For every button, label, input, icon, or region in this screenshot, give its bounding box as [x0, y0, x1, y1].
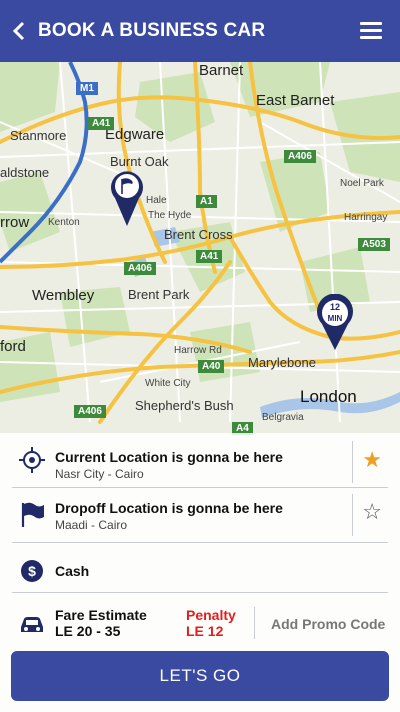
payment-method-row[interactable]: $ Cash — [0, 543, 400, 593]
chevron-left-icon — [12, 21, 25, 41]
map-place: East Barnet — [256, 92, 335, 109]
map-place: ford — [0, 338, 26, 355]
favorite-star-filled-icon[interactable]: ★ — [362, 447, 382, 473]
road-badge: A406 — [74, 405, 106, 418]
road-badge: A41 — [196, 250, 223, 263]
road-badge: A41 — [88, 117, 115, 130]
payment-method-label: Cash — [55, 563, 90, 579]
road-badge: A406 — [124, 262, 156, 275]
road-badge: A503 — [358, 238, 390, 251]
map-place: Wembley — [32, 287, 95, 304]
lets-go-button[interactable]: LET'S GO — [11, 651, 389, 701]
dropoff-location-title: Dropoff Location is gonna be here — [55, 500, 283, 516]
svg-text:$: $ — [28, 563, 36, 579]
road-badge: A406 — [284, 150, 316, 163]
map-place: White City — [145, 378, 191, 389]
map-place: Marylebone — [248, 355, 316, 370]
app-header: BOOK A BUSINESS CAR — [0, 0, 400, 62]
map-place: Belgravia — [262, 412, 304, 423]
crosshair-icon — [18, 446, 46, 474]
dropoff-location-subtitle: Maadi - Cairo — [55, 518, 128, 532]
divider — [352, 494, 353, 536]
current-location-row[interactable]: Current Location is gonna be here Nasr C… — [0, 433, 400, 487]
fare-estimate-title: Fare Estimate — [55, 607, 147, 623]
fare-row: Fare Estimate LE 20 - 35 Penalty LE 12 A… — [0, 593, 400, 647]
road-badge: A40 — [198, 360, 225, 373]
fare-estimate-value: LE 20 - 35 — [55, 623, 121, 639]
dropoff-location-row[interactable]: Dropoff Location is gonna be here Maadi … — [0, 488, 400, 542]
flag-icon — [18, 500, 46, 528]
map-place: Kenton — [48, 217, 80, 228]
divider — [352, 441, 353, 483]
map-place: Shepherd's Bush — [135, 398, 234, 413]
car-icon — [18, 611, 46, 639]
dollar-circle-icon: $ — [18, 557, 46, 585]
map-place: Noel Park — [340, 178, 384, 189]
map-place: Brent Cross — [164, 227, 233, 242]
current-location-subtitle: Nasr City - Cairo — [55, 467, 144, 481]
map-place: Brent Park — [128, 287, 190, 302]
favorite-star-outline-icon[interactable]: ☆ — [362, 499, 382, 525]
map-place: Stanmore — [10, 128, 67, 143]
map-place: aldstone — [0, 165, 50, 180]
road-badge: M1 — [76, 82, 98, 95]
map-place: London — [300, 387, 357, 406]
map-place: Harringay — [344, 212, 388, 223]
penalty-title: Penalty — [186, 607, 236, 623]
map-place: rrow — [0, 214, 30, 231]
map-place: Hale — [146, 195, 167, 206]
current-location-title: Current Location is gonna be here — [55, 449, 283, 465]
eta-value: 12 — [330, 302, 340, 312]
penalty-value: LE 12 — [186, 623, 224, 639]
map-place: Harrow Rd — [174, 345, 222, 356]
map-place: Barnet — [199, 62, 244, 79]
road-badge: A1 — [196, 195, 217, 208]
page-title: BOOK A BUSINESS CAR — [38, 20, 266, 41]
divider — [254, 607, 255, 639]
eta-unit: MIN — [328, 314, 343, 323]
add-promo-code-link[interactable]: Add Promo Code — [271, 616, 385, 632]
map-place: Burnt Oak — [110, 154, 169, 169]
map-place: The Hyde — [148, 210, 192, 221]
hamburger-menu-icon[interactable] — [360, 22, 382, 40]
back-button[interactable] — [0, 0, 38, 62]
